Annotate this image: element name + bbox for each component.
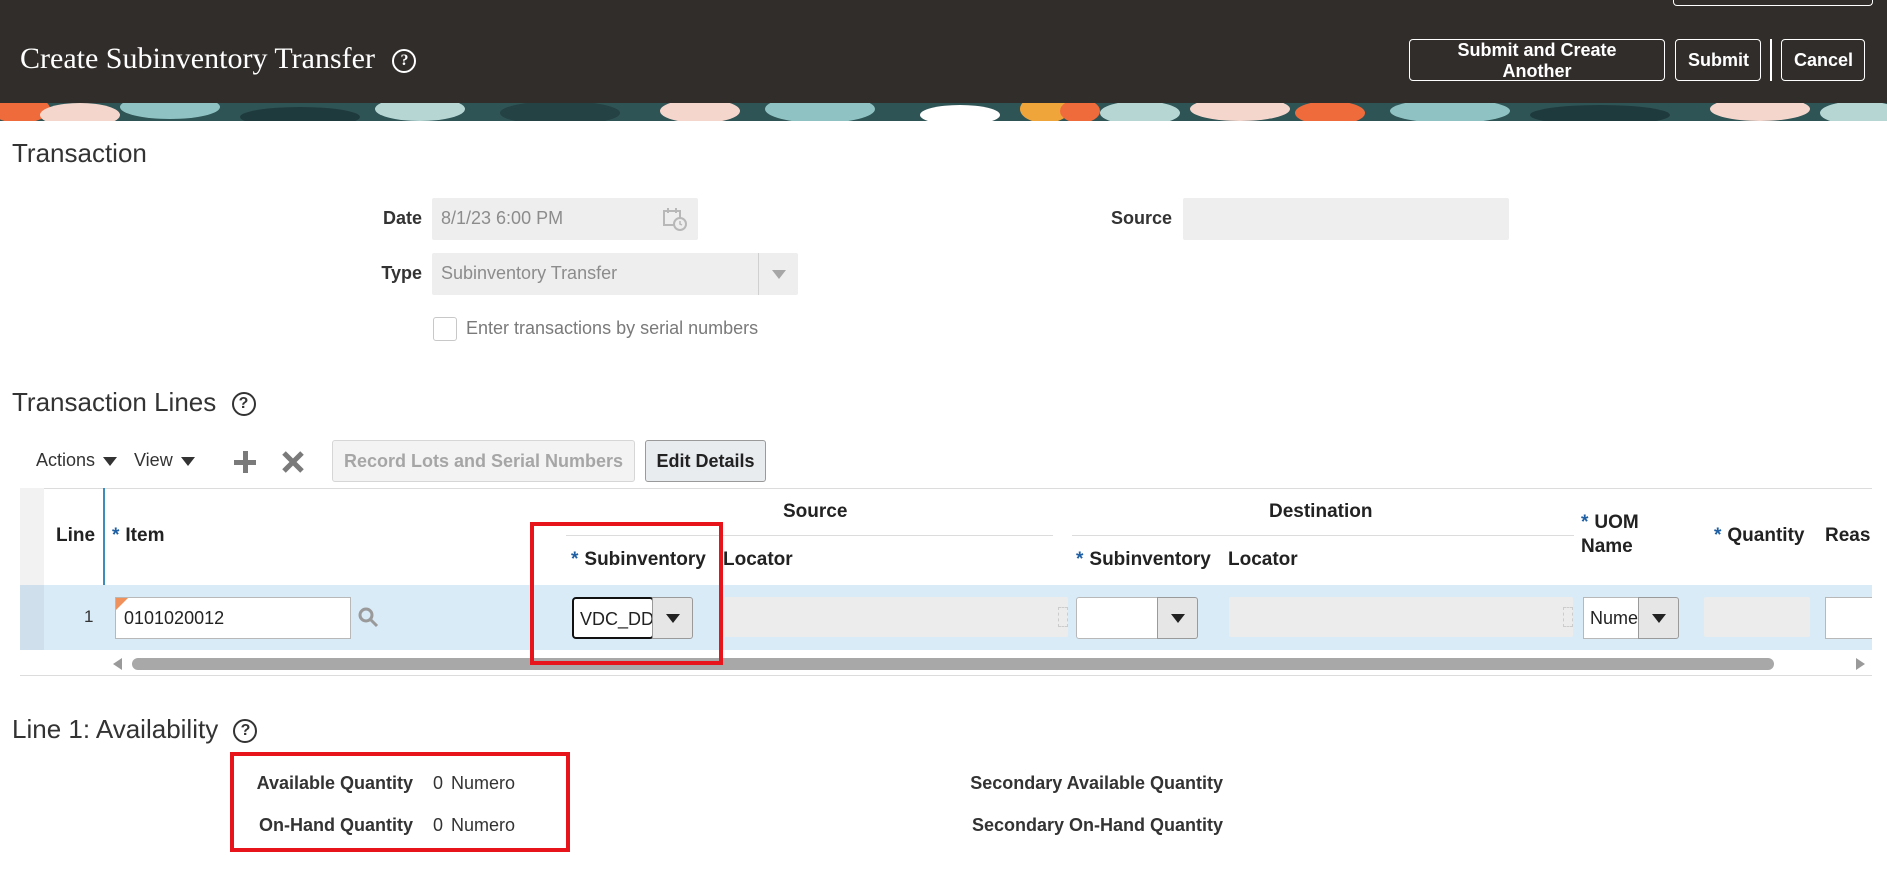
date-field[interactable]: 8/1/23 6:00 PM: [432, 198, 698, 240]
quantity-field[interactable]: [1704, 597, 1810, 637]
column-header-dest-subinventory-label: Subinventory: [1089, 549, 1211, 570]
column-header-reason: Reas: [1825, 525, 1871, 546]
submit-and-create-another-button[interactable]: Submit and Create Another: [1409, 39, 1665, 81]
type-dropdown-toggle[interactable]: [758, 253, 798, 295]
banner-pattern-image: [0, 103, 1887, 121]
column-resize-handle[interactable]: [1563, 607, 1573, 627]
dest-subinventory-input[interactable]: [1076, 597, 1158, 639]
edit-details-button[interactable]: Edit Details: [645, 440, 766, 482]
column-group-destination: Destination: [1269, 501, 1373, 522]
uom-dropdown[interactable]: [1638, 597, 1679, 639]
column-header-item: * Item: [112, 525, 165, 546]
transaction-section-title: Transaction: [12, 138, 147, 168]
source-label: Source: [1110, 208, 1172, 228]
actions-menu[interactable]: Actions: [36, 450, 118, 471]
column-header-quantity: * Quantity: [1714, 525, 1805, 546]
row-line-number: 1: [84, 607, 94, 626]
view-menu-label: View: [134, 450, 173, 470]
annotation-highlight-availability: [230, 752, 570, 852]
table-row[interactable]: 1 0101020012 VDC_DD Nume: [20, 585, 1872, 650]
table-bottom-border: [20, 675, 1872, 676]
scroll-left-icon[interactable]: [110, 656, 126, 672]
type-label: Type: [381, 263, 422, 283]
serial-numbers-checkbox[interactable]: [433, 317, 457, 341]
dest-subinventory-dropdown[interactable]: [1157, 597, 1198, 639]
date-label: Date: [382, 208, 422, 228]
date-value: 8/1/23 6:00 PM: [441, 208, 564, 228]
transaction-lines-title-text: Transaction Lines: [12, 387, 217, 417]
source-field[interactable]: [1183, 198, 1509, 240]
column-group-source: Source: [783, 501, 848, 522]
column-header-uom-name: * UOM Name: [1581, 512, 1639, 557]
column-resize-handle[interactable]: [1058, 607, 1068, 627]
header-separator: [1770, 39, 1772, 81]
transaction-lines-section-title: Transaction Lines ?: [12, 387, 256, 418]
uom-input[interactable]: Nume: [1583, 597, 1639, 639]
column-header-dest-subinventory: * Subinventory: [1076, 549, 1211, 570]
secondary-available-quantity-label: Secondary Available Quantity: [970, 773, 1223, 793]
serial-numbers-label: Enter transactions by serial numbers: [466, 318, 759, 338]
scroll-right-icon[interactable]: [1852, 656, 1868, 672]
item-input[interactable]: 0101020012: [115, 597, 351, 639]
help-icon[interactable]: ?: [231, 392, 256, 417]
help-icon[interactable]: ?: [392, 49, 417, 74]
destination-group-underline: [1072, 535, 1574, 536]
type-value: Subinventory Transfer: [441, 263, 618, 283]
annotation-highlight-subinventory: [530, 522, 723, 665]
column-header-uom-label-2: Name: [1581, 536, 1633, 557]
column-header-dest-locator: Locator: [1228, 549, 1298, 570]
caret-down-icon: [103, 456, 118, 466]
view-menu[interactable]: View: [134, 450, 195, 471]
column-header-quantity-label: Quantity: [1727, 525, 1805, 546]
chevron-down-icon: [772, 270, 786, 279]
availability-title-text: Line 1: Availability: [12, 714, 219, 744]
caret-down-icon: [180, 456, 195, 466]
item-value: 0101020012: [124, 608, 225, 628]
page-title: Create Subinventory Transfer ?: [20, 42, 417, 76]
help-icon[interactable]: ?: [233, 719, 258, 744]
column-header-line: Line: [56, 525, 96, 546]
column-header-uom-label-1: UOM: [1594, 512, 1639, 533]
page-title-text: Create Subinventory Transfer: [20, 42, 375, 75]
record-lots-serial-button[interactable]: Record Lots and Serial Numbers: [332, 440, 635, 482]
reason-input[interactable]: [1825, 597, 1872, 639]
decorative-banner: [0, 103, 1887, 121]
column-header-item-label: Item: [125, 525, 165, 546]
submit-button[interactable]: Submit: [1675, 39, 1761, 81]
cancel-button[interactable]: Cancel: [1781, 39, 1865, 81]
changed-indicator-icon: [116, 598, 128, 610]
page-header: Create Subinventory Transfer ? Submit an…: [0, 0, 1887, 103]
horizontal-scrollbar-thumb[interactable]: [132, 658, 1774, 670]
calendar-clock-icon[interactable]: [662, 206, 688, 232]
source-locator-field: [724, 597, 1068, 637]
top-strip: [1673, 0, 1873, 6]
table-top-border: [20, 488, 1872, 489]
dest-locator-field: [1229, 597, 1573, 637]
actions-menu-label: Actions: [36, 450, 96, 470]
search-icon[interactable]: [356, 605, 380, 629]
delete-row-icon[interactable]: [280, 449, 306, 475]
add-row-icon[interactable]: [232, 449, 258, 475]
secondary-onhand-quantity-label: Secondary On-Hand Quantity: [971, 815, 1223, 835]
column-header-source-locator: Locator: [723, 549, 793, 570]
availability-section-title: Line 1: Availability ?: [12, 714, 258, 745]
row-selector[interactable]: [20, 585, 44, 650]
type-select[interactable]: Subinventory Transfer: [432, 253, 798, 295]
